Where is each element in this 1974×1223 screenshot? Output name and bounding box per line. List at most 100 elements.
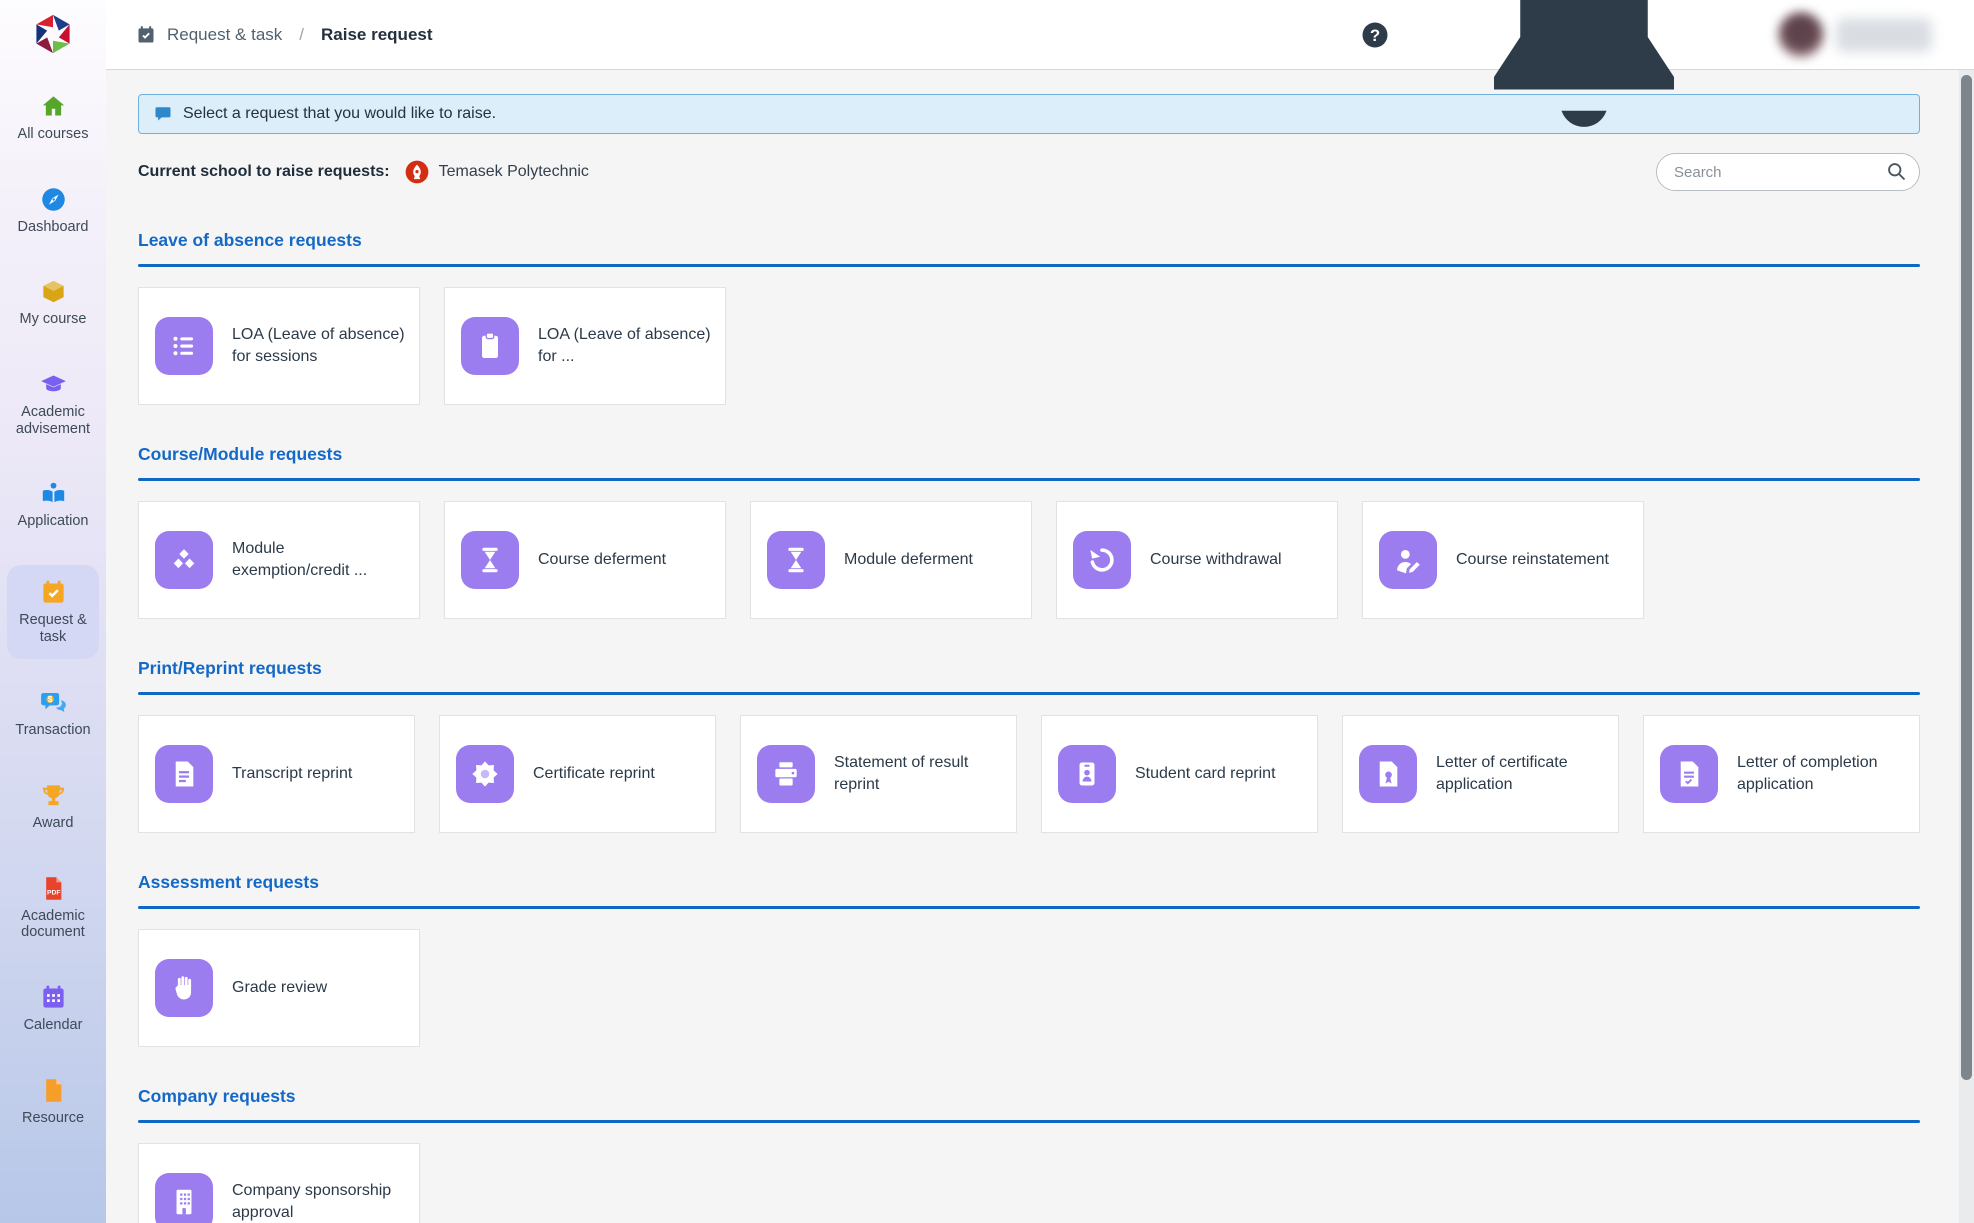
request-card[interactable]: Certificate reprint xyxy=(439,715,716,833)
svg-text:?: ? xyxy=(1370,25,1380,44)
sidebar-item-calendar[interactable]: Calendar xyxy=(7,976,99,1042)
sidebar-item-request-task[interactable]: Request & task xyxy=(7,565,99,660)
bell-icon xyxy=(1434,0,1734,186)
user-menu[interactable] xyxy=(1778,11,1932,58)
sidebar-item-application[interactable]: Application xyxy=(7,472,99,538)
sidebar-item-transaction[interactable]: $ Transaction xyxy=(7,681,99,747)
request-card[interactable]: Grade review xyxy=(138,929,420,1047)
sidebar: All courses Dashboard My course Academic ad… xyxy=(0,0,106,1223)
cube-icon xyxy=(40,278,67,305)
request-card[interactable]: LOA (Leave of absence) for sessions xyxy=(138,287,420,405)
printer-icon xyxy=(757,745,815,803)
sidebar-item-label: Academic advisement xyxy=(15,404,91,437)
request-card[interactable]: Course withdrawal xyxy=(1056,501,1338,619)
calendar-check-icon xyxy=(40,579,67,606)
page-title: Raise request xyxy=(321,24,433,44)
calendar-icon xyxy=(40,984,67,1011)
request-card[interactable]: Statement of result reprint xyxy=(740,715,1017,833)
section-title: Leave of absence requests xyxy=(138,230,362,250)
request-card[interactable]: Module exemption/credit ... xyxy=(138,501,420,619)
hourglass-icon xyxy=(767,531,825,589)
request-card-label: Letter of certificate application xyxy=(1436,753,1568,793)
section-divider xyxy=(138,264,1920,267)
user-name-redacted xyxy=(1836,17,1932,52)
file-check-icon xyxy=(1660,745,1718,803)
breadcrumb-separator: / xyxy=(299,24,305,44)
request-card[interactable]: LOA (Leave of absence) for ... xyxy=(444,287,726,405)
hand-icon xyxy=(155,959,213,1017)
cubes-icon xyxy=(155,531,213,589)
request-card[interactable]: Letter of certificate application xyxy=(1342,715,1619,833)
sidebar-item-award[interactable]: Award xyxy=(7,774,99,840)
request-card[interactable]: Letter of completion application xyxy=(1643,715,1920,833)
sidebar-item-my-course[interactable]: My course xyxy=(7,270,99,336)
section-divider xyxy=(138,906,1920,909)
section-title: Company requests xyxy=(138,1086,296,1106)
sidebar-item-dashboard[interactable]: Dashboard xyxy=(7,178,99,244)
current-school-label: Current school to raise requests: xyxy=(138,163,390,180)
section-divider xyxy=(138,1120,1920,1123)
breadcrumb: Request & task / Raise request xyxy=(136,25,433,45)
request-card-label: Module exemption/credit ... xyxy=(232,539,368,579)
request-card[interactable]: Course deferment xyxy=(444,501,726,619)
list-icon xyxy=(155,317,213,375)
request-card[interactable]: Module deferment xyxy=(750,501,1032,619)
sidebar-item-label: Transaction xyxy=(15,722,91,739)
certificate-icon xyxy=(456,745,514,803)
notifications-button[interactable]: 99+ xyxy=(1434,0,1734,187)
graduation-cap-icon xyxy=(40,371,67,398)
banner-text: Select a request that you would like to … xyxy=(183,105,497,122)
sidebar-item-label: Application xyxy=(17,513,89,530)
building-icon xyxy=(155,1173,213,1223)
section-title: Assessment requests xyxy=(138,872,319,892)
sidebar-item-label: Request & task xyxy=(19,612,87,645)
sidebar-item-label: Resource xyxy=(21,1109,85,1126)
transcript-icon xyxy=(155,745,213,803)
sidebar-item-label: Award xyxy=(32,815,74,832)
comment-icon xyxy=(154,105,172,123)
school-logo-icon xyxy=(404,159,430,185)
avatar xyxy=(1778,11,1824,58)
request-card-label: Course withdrawal xyxy=(1150,550,1282,568)
sidebar-item-all-courses[interactable]: All courses xyxy=(7,85,99,151)
section-divider xyxy=(138,478,1920,481)
request-card-label: Course deferment xyxy=(538,550,667,568)
id-card-icon xyxy=(1058,745,1116,803)
main-content: Select a request that you would like to … xyxy=(106,70,1974,1223)
app-logo-icon xyxy=(36,14,70,54)
home-icon xyxy=(40,93,67,120)
file-icon xyxy=(40,1077,67,1104)
comments-dollar-icon: $ xyxy=(40,689,67,716)
sidebar-item-resource[interactable]: Resource xyxy=(7,1069,99,1135)
request-card-label: LOA (Leave of absence) for sessions xyxy=(232,325,405,365)
svg-text:$: $ xyxy=(47,695,52,705)
sidebar-item-label: Calendar xyxy=(23,1017,83,1034)
card-row: Transcript reprint Certificate reprint Sta… xyxy=(138,715,1920,833)
section-title: Course/Module requests xyxy=(138,444,343,464)
request-card[interactable]: Transcript reprint xyxy=(138,715,415,833)
sidebar-item-academic-advisement[interactable]: Academic advisement xyxy=(7,363,99,445)
request-card[interactable]: Student card reprint xyxy=(1041,715,1318,833)
hourglass-icon xyxy=(461,531,519,589)
file-pdf-icon: PDF xyxy=(40,875,67,902)
calendar-check-icon xyxy=(136,25,156,45)
user-edit-icon xyxy=(1379,531,1437,589)
sidebar-item-label: My course xyxy=(19,311,87,328)
breadcrumb-request-task[interactable]: Request & task xyxy=(167,25,282,45)
request-card-label: Company sponsorship approval xyxy=(232,1181,392,1221)
request-card-label: Statement of result reprint xyxy=(834,753,969,793)
request-card-label: Module deferment xyxy=(844,550,973,568)
scrollbar-track[interactable] xyxy=(1959,70,1974,1223)
request-card-label: Letter of completion application xyxy=(1737,753,1878,793)
scrollbar-thumb[interactable] xyxy=(1961,75,1972,1080)
sidebar-item-label: Dashboard xyxy=(17,218,89,235)
clipboard-icon xyxy=(461,317,519,375)
help-icon[interactable]: ? xyxy=(1360,20,1390,50)
card-row: LOA (Leave of absence) for sessions LOA (… xyxy=(138,287,1920,405)
request-card[interactable]: Company sponsorship approval xyxy=(138,1143,420,1223)
sidebar-item-label: All courses xyxy=(17,126,89,142)
trophy-icon xyxy=(40,782,67,809)
sidebar-item-academic-document[interactable]: PDF Academic document xyxy=(7,867,99,949)
request-card[interactable]: Course reinstatement xyxy=(1362,501,1644,619)
request-card-label: LOA (Leave of absence) for ... xyxy=(538,325,711,365)
